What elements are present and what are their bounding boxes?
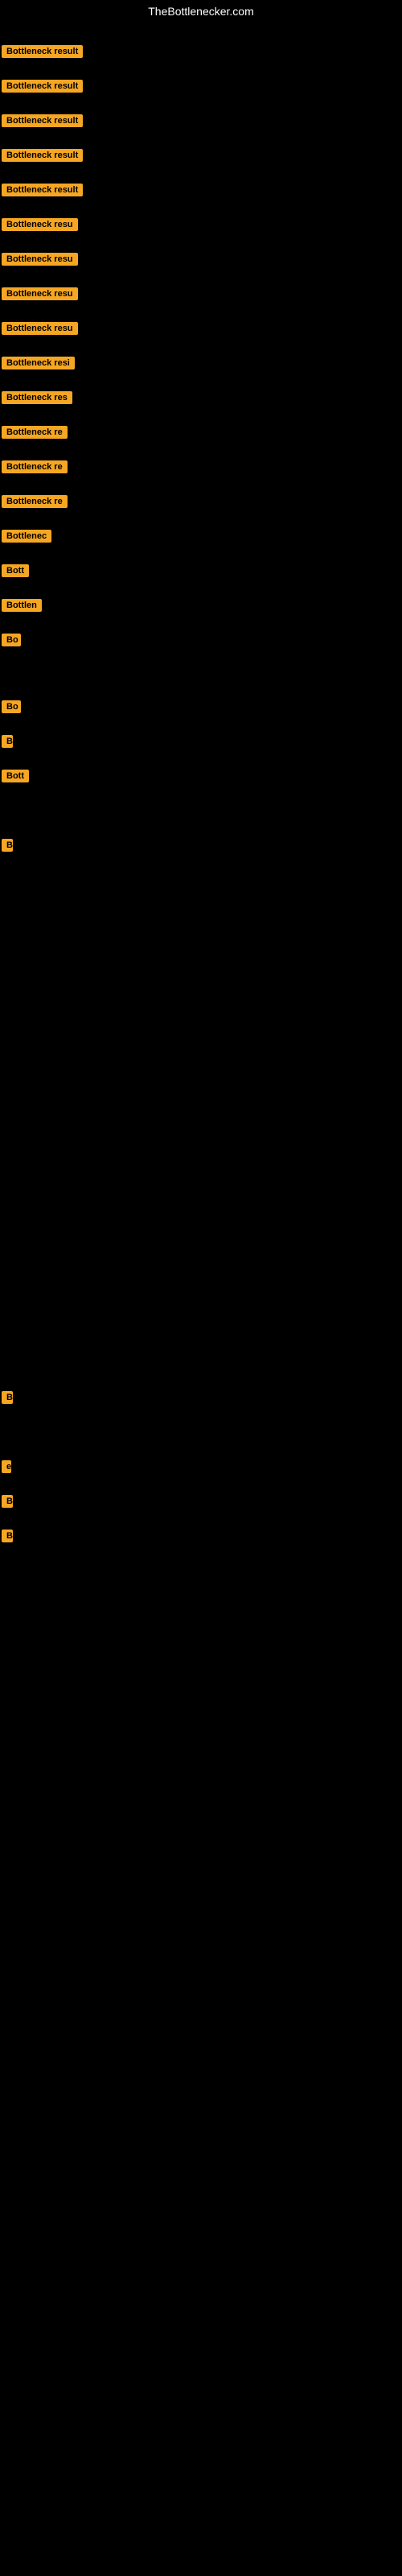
badge-label: Bo: [2, 700, 21, 713]
bottleneck-badge-13: Bottleneck re: [2, 495, 68, 512]
bottleneck-badge-22: B: [2, 1391, 13, 1408]
bottleneck-badge-16: Bottlen: [2, 599, 42, 616]
badge-label: B: [2, 1495, 13, 1508]
badge-label: B: [2, 839, 13, 852]
bottleneck-badge-2: Bottleneck result: [2, 114, 83, 131]
badge-label: Bottleneck res: [2, 391, 72, 404]
bottleneck-badge-23: e: [2, 1460, 11, 1477]
badge-label: e: [2, 1460, 11, 1473]
bottleneck-badge-4: Bottleneck result: [2, 184, 83, 200]
bottleneck-badge-7: Bottleneck resu: [2, 287, 78, 304]
site-title: TheBottlenecker.com: [0, 0, 402, 21]
bottleneck-badge-17: Bo: [2, 634, 21, 650]
bottleneck-badge-5: Bottleneck resu: [2, 218, 78, 235]
badge-label: Bottleneck resu: [2, 287, 78, 300]
bottleneck-badge-19: B: [2, 735, 13, 752]
bottleneck-badge-9: Bottleneck resi: [2, 357, 75, 374]
badge-label: Bottleneck resu: [2, 322, 78, 335]
badge-label: Bott: [2, 770, 29, 782]
badge-label: Bottleneck resu: [2, 218, 78, 231]
bottleneck-badge-14: Bottlenec: [2, 530, 51, 547]
bottleneck-badge-3: Bottleneck result: [2, 149, 83, 166]
bottleneck-badge-18: Bo: [2, 700, 21, 717]
badge-label: Bottleneck result: [2, 184, 83, 196]
badge-label: Bottleneck result: [2, 114, 83, 127]
badge-label: Bottleneck re: [2, 460, 68, 473]
badge-label: Bottleneck result: [2, 80, 83, 93]
badge-label: B: [2, 1391, 13, 1404]
bottleneck-badge-0: Bottleneck result: [2, 45, 83, 62]
badge-label: Bottleneck result: [2, 149, 83, 162]
badge-label: Bottleneck resi: [2, 357, 75, 369]
bottleneck-badge-24: B: [2, 1495, 13, 1512]
bottleneck-badge-12: Bottleneck re: [2, 460, 68, 477]
bottleneck-badge-6: Bottleneck resu: [2, 253, 78, 270]
bottleneck-badge-8: Bottleneck resu: [2, 322, 78, 339]
bottleneck-badge-1: Bottleneck result: [2, 80, 83, 97]
badge-label: Bottleneck result: [2, 45, 83, 58]
badge-label: B: [2, 735, 13, 748]
bottleneck-badge-21: B: [2, 839, 13, 856]
badge-label: Bott: [2, 564, 29, 577]
badge-label: Bottleneck re: [2, 426, 68, 439]
bottleneck-badge-15: Bott: [2, 564, 29, 581]
bottleneck-badge-10: Bottleneck res: [2, 391, 72, 408]
badge-label: Bottlen: [2, 599, 42, 612]
badge-label: B: [2, 1530, 13, 1542]
bottleneck-badge-25: B: [2, 1530, 13, 1546]
badge-label: Bottleneck resu: [2, 253, 78, 266]
badge-label: Bottleneck re: [2, 495, 68, 508]
bottleneck-badge-11: Bottleneck re: [2, 426, 68, 443]
bottleneck-badge-20: Bott: [2, 770, 29, 786]
badge-label: Bottlenec: [2, 530, 51, 543]
badge-label: Bo: [2, 634, 21, 646]
